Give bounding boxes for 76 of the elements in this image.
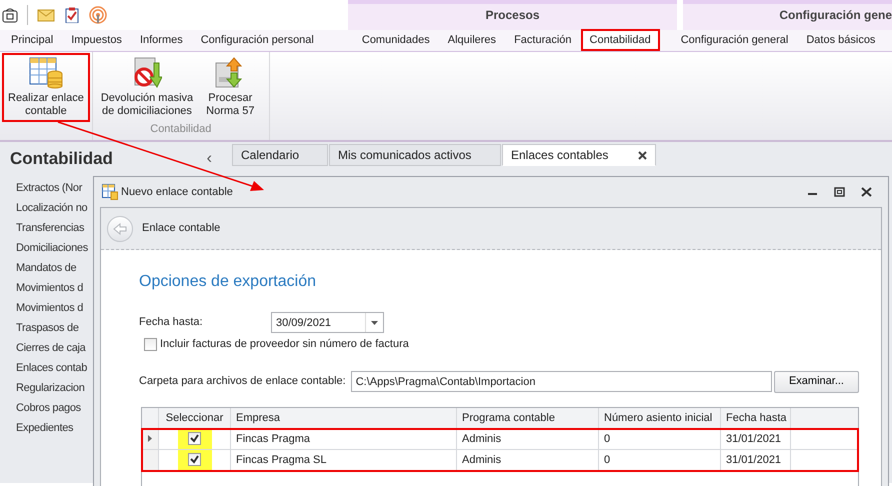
table-cell: 31/01/2021 bbox=[721, 428, 791, 450]
close-icon[interactable] bbox=[638, 150, 648, 160]
ribbon-button[interactable]: Devolución masiva de domiciliaciones bbox=[96, 54, 198, 121]
checkbox-label: Incluir facturas de proveedor sin número de factura bbox=[160, 337, 409, 352]
ribbon-tab[interactable]: Contabilidad bbox=[580, 29, 660, 51]
navigation-item[interactable]: Mandatos de bbox=[16, 258, 76, 278]
table-cell: Adminis bbox=[457, 428, 599, 450]
table-cell: 0 bbox=[599, 428, 721, 450]
collapse-button[interactable]: ‹ bbox=[200, 150, 218, 168]
table-cell: Adminis bbox=[457, 450, 599, 470]
clipboard-icon[interactable] bbox=[64, 7, 80, 23]
ribbon-tab[interactable]: Alquileres bbox=[438, 29, 506, 51]
browse-button[interactable]: Examinar... bbox=[774, 370, 859, 392]
date-dropdown[interactable]: 30/09/2021 bbox=[271, 312, 384, 333]
ribbon-group-label: Contabilidad bbox=[149, 122, 212, 137]
signal-icon[interactable] bbox=[89, 6, 107, 24]
envelope-icon[interactable] bbox=[37, 8, 55, 22]
table-cell: 0 bbox=[599, 450, 721, 470]
checkbox[interactable] bbox=[188, 432, 201, 445]
document-tab[interactable]: Enlaces contables bbox=[502, 144, 656, 166]
checkmark-icon bbox=[190, 455, 199, 464]
dropdown-caret-icon bbox=[371, 320, 378, 324]
column-header[interactable]: Fecha hasta bbox=[721, 408, 791, 428]
panel-title: Contabilidad bbox=[10, 148, 113, 170]
row-indicator-cell[interactable] bbox=[142, 450, 159, 470]
checkmark-icon bbox=[190, 434, 199, 443]
ribbon-group-title: Configuración gene bbox=[683, 0, 892, 30]
arrow-left-icon bbox=[113, 222, 127, 234]
checkbox[interactable] bbox=[188, 453, 201, 466]
section-title: Opciones de exportación bbox=[139, 272, 317, 292]
ribbon-group-title: Procesos bbox=[348, 0, 677, 30]
spreadsheet-coins-icon bbox=[28, 57, 63, 89]
navigation-item[interactable]: Movimientos d bbox=[16, 278, 84, 298]
navigation-item[interactable]: Movimientos d bbox=[16, 298, 84, 318]
ribbon-tab[interactable]: Informes bbox=[130, 29, 192, 51]
panel-header: Enlace contable bbox=[142, 221, 220, 236]
navigation-item[interactable]: Localización no bbox=[16, 198, 88, 218]
document-tab[interactable]: Calendario bbox=[232, 144, 328, 166]
column-header[interactable]: Número asiento inicial bbox=[599, 408, 721, 428]
ribbon-tab[interactable]: Comunidades bbox=[352, 29, 439, 51]
dialog-title: Nuevo enlace contable bbox=[121, 184, 233, 200]
navigation-item[interactable]: Extractos (Nor bbox=[16, 178, 82, 198]
ribbon-tab[interactable]: Configuración personal bbox=[192, 29, 323, 51]
navigation-item[interactable]: Enlaces contab bbox=[16, 358, 88, 378]
column-header[interactable]: Programa contable bbox=[457, 408, 599, 428]
navigation-item[interactable]: Cierres de caja bbox=[16, 338, 86, 358]
field-label: Fecha hasta: bbox=[139, 315, 204, 330]
document-prohibited-icon bbox=[132, 57, 162, 89]
ribbon-tab[interactable]: Datos básicos bbox=[797, 29, 884, 51]
table-cell: Fincas Pragma SL bbox=[231, 450, 457, 470]
navigation-item[interactable]: Cobros pagos bbox=[16, 398, 81, 418]
navigation-item[interactable]: Expedientes bbox=[16, 418, 74, 438]
ribbon-tab[interactable]: Impuestos bbox=[62, 29, 131, 51]
row-pointer-icon bbox=[148, 435, 152, 442]
maximize-icon[interactable] bbox=[834, 186, 845, 197]
table-cell: Fincas Pragma bbox=[231, 428, 457, 450]
header-corner-cell bbox=[142, 408, 159, 428]
close-icon[interactable] bbox=[861, 186, 872, 197]
ribbon-tab[interactable]: Facturación bbox=[505, 29, 581, 51]
column-header[interactable]: Empresa bbox=[231, 408, 457, 428]
document-tab[interactable]: Mis comunicados activos bbox=[329, 144, 501, 166]
navigation-item[interactable]: Traspasos de bbox=[16, 318, 79, 338]
ribbon-button[interactable]: Procesar Norma 57 bbox=[201, 54, 260, 121]
ribbon-tab[interactable]: Principal bbox=[2, 29, 62, 51]
ribbon-button[interactable]: Realizar enlace contable bbox=[3, 54, 89, 121]
navigation-item[interactable]: Domiciliaciones bbox=[16, 238, 88, 258]
checkbox[interactable] bbox=[144, 338, 157, 351]
navigation-item[interactable]: Transferencias bbox=[16, 218, 84, 238]
field-label: Carpeta para archivos de enlace contable: bbox=[139, 374, 346, 390]
ribbon-tab[interactable]: Configuración general bbox=[672, 29, 798, 51]
table-cell: 31/01/2021 bbox=[721, 450, 791, 470]
spreadsheet-coins-icon bbox=[102, 184, 118, 200]
column-header[interactable]: Seleccionar bbox=[159, 408, 231, 428]
folder-input[interactable]: C:\Apps\Pragma\Contab\Importacion bbox=[350, 371, 772, 392]
navigation-item[interactable]: Regularizacion bbox=[16, 378, 85, 398]
row-indicator-cell[interactable] bbox=[142, 428, 159, 450]
